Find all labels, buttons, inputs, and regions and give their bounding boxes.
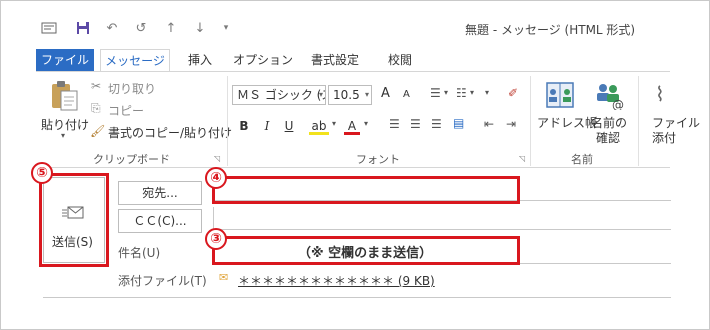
bullets-icon[interactable]: ☰ [430, 86, 441, 100]
callout-badge-3: ③ [205, 228, 227, 250]
check-names-icon: @ [594, 80, 624, 113]
body-separator [43, 297, 671, 298]
attach-file-label-2[interactable]: 添付 [652, 129, 676, 146]
outlook-app-icon[interactable] [41, 20, 57, 36]
font-size-combo[interactable]: 10.5 ▾ [328, 85, 372, 105]
align-center-icon[interactable]: ☰ [410, 117, 421, 131]
copy-button[interactable]: コピー [108, 102, 144, 119]
down-icon[interactable]: ↓ [192, 20, 208, 36]
decrease-indent-icon[interactable]: ⇤ [484, 117, 494, 131]
callout-badge-4: ④ [205, 167, 227, 189]
chevron-down-icon[interactable]: ▾ [485, 88, 489, 97]
window-title: 無題 - メッセージ (HTML 形式) [465, 23, 636, 37]
address-book-button[interactable]: アドレス帳 [537, 114, 597, 131]
ribbon-separator [530, 76, 531, 166]
cc-field[interactable] [213, 207, 671, 229]
up-icon[interactable]: ↑ [163, 20, 179, 36]
font-launcher-icon[interactable]: ◹ [519, 154, 525, 163]
chevron-down-icon[interactable]: ▾ [470, 88, 474, 97]
font-name-combo[interactable]: ＭＳ ゴシック (ス ▾ [232, 85, 326, 105]
address-book-icon [545, 80, 575, 113]
callout-badge-5: ⑤ [31, 162, 53, 184]
format-painter-button[interactable]: 書式のコピー/貼り付け [108, 124, 232, 141]
names-group-label: 名前 [571, 153, 593, 166]
align-right-icon[interactable]: ☰ [431, 117, 442, 131]
cut-button[interactable]: 切り取り [108, 80, 156, 97]
highlight-button[interactable]: ab [309, 117, 329, 135]
to-highlight-box [212, 176, 520, 204]
tab-insert[interactable]: 挿入 [180, 49, 220, 72]
to-button[interactable]: 宛先... [118, 181, 202, 205]
subject-highlight-box [212, 236, 520, 265]
shrink-font-button[interactable]: A [403, 89, 410, 100]
cc-field-underline [213, 229, 671, 230]
format-painter-icon: 🖌 [90, 124, 106, 138]
chevron-down-icon[interactable]: ▾ [444, 88, 448, 97]
tab-divider [36, 71, 670, 72]
attachment-label: 添付ファイル(T) [118, 274, 207, 288]
chevron-down-icon[interactable]: ▾ [332, 119, 336, 128]
chevron-down-icon: ▾ [318, 90, 323, 99]
customize-icon[interactable]: ▾ [218, 20, 234, 36]
cc-button[interactable]: ＣＣ(C)... [118, 209, 202, 233]
justify-icon[interactable]: ▤ [453, 116, 464, 130]
paste-icon [52, 81, 78, 111]
clear-formatting-icon[interactable]: ✐ [508, 86, 518, 100]
increase-indent-icon[interactable]: ⇥ [506, 117, 516, 131]
align-left-icon[interactable]: ☰ [389, 117, 400, 131]
bold-button[interactable]: B [236, 117, 252, 135]
tab-message[interactable]: メッセージ [100, 49, 170, 72]
ribbon-separator [227, 76, 228, 166]
ribbon-bottom-border [36, 167, 670, 168]
envelope-icon: ✉ [219, 271, 229, 284]
attachment-item[interactable]: ＊＊＊＊＊＊＊＊＊＊＊＊＊ (9 KB) [238, 272, 435, 289]
send-highlight-box [39, 173, 109, 267]
redo-icon[interactable]: ↺ [133, 20, 149, 36]
tab-review[interactable]: 校閲 [380, 49, 420, 72]
check-names-label-2[interactable]: 確認 [596, 129, 620, 146]
tab-file[interactable]: ファイル [36, 49, 94, 72]
clipboard-launcher-icon[interactable]: ◹ [214, 154, 220, 163]
subject-label: 件名(U) [118, 246, 161, 260]
chevron-down-icon[interactable]: ▾ [364, 119, 368, 128]
tab-format[interactable]: 書式設定 [305, 49, 365, 72]
paste-dropdown-icon[interactable]: ▾ [61, 131, 65, 140]
underline-button[interactable]: U [281, 117, 297, 135]
undo-icon[interactable]: ↶ [104, 20, 120, 36]
ribbon-separator [638, 76, 639, 166]
numbering-icon[interactable]: ☷ [456, 86, 467, 100]
font-group-label: フォント [356, 153, 400, 166]
chevron-down-icon: ▾ [364, 90, 369, 99]
copy-icon: ⎘ [91, 101, 101, 115]
paperclip-icon: ⌇ [655, 82, 665, 106]
font-size-value: 10.5 [333, 88, 360, 102]
font-color-button[interactable]: A [344, 117, 360, 135]
font-name-value: ＭＳ ゴシック (ス [237, 88, 326, 102]
cut-icon: ✂ [91, 79, 102, 93]
clipboard-group-label: クリップボード [93, 153, 170, 166]
grow-font-button[interactable]: A [381, 86, 390, 101]
svg-text:@: @ [612, 98, 624, 110]
save-icon[interactable] [75, 20, 91, 36]
italic-button[interactable]: I [259, 117, 275, 135]
tab-options[interactable]: オプション [233, 49, 293, 72]
paste-button[interactable] [48, 80, 80, 115]
